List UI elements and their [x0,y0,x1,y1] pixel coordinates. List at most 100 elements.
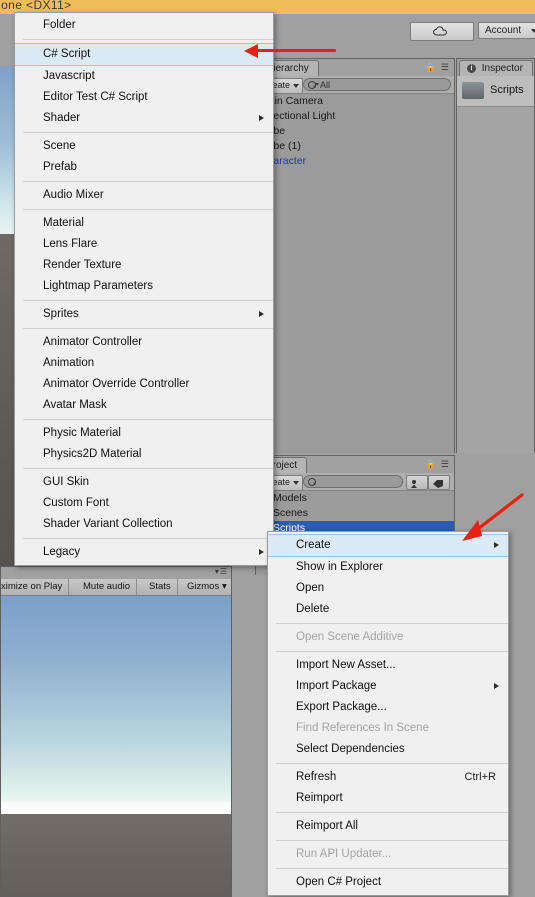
menu-item-animator-controller[interactable]: Animator Controller [15,332,273,353]
mute-audio-button[interactable]: Mute audio [77,579,138,595]
menu-item-render-texture[interactable]: Render Texture [15,255,273,276]
chevron-down-icon [531,29,535,33]
hierarchy-search-input[interactable]: All [303,78,451,91]
context-menu-item-select-dependencies[interactable]: Select Dependencies [268,739,508,760]
hierarchy-search-value: All [320,80,331,90]
annotation-arrow-to-csharp-script [244,44,336,58]
cloud-icon [433,26,447,36]
context-menu-item-import-new-asset[interactable]: Import New Asset... [268,655,508,676]
menu-item-scene[interactable]: Scene [15,136,273,157]
menu-separator [276,840,508,841]
hierarchy-item[interactable]: Main Camera [256,94,454,109]
gizmos-dropdown-button[interactable]: ▾ [219,579,230,595]
menu-item-folder[interactable]: Folder [15,15,273,36]
menu-separator [23,132,273,133]
game-view-render[interactable] [1,596,231,896]
menu-item-csharp-script[interactable]: C# Script [15,43,273,66]
menu-item-avatar-mask[interactable]: Avatar Mask [15,395,273,416]
menu-separator [23,419,273,420]
hierarchy-item[interactable]: Cube [256,124,454,139]
menu-item-prefab[interactable]: Prefab [15,157,273,178]
inspector-panel: i Inspector Scripts [456,58,535,453]
tab-inspector[interactable]: i Inspector [459,60,533,77]
project-context-menu[interactable]: Create Show in Explorer Open Delete Open… [267,531,509,896]
project-panel-menu-icons[interactable]: 🔒 ☰ [425,459,450,470]
game-horizon [1,802,231,814]
stats-button[interactable]: Stats [143,579,178,595]
menu-item-custom-font[interactable]: Custom Font [15,493,273,514]
menu-item-sprites[interactable]: Sprites [15,304,273,325]
context-menu-item-open-csharp-project[interactable]: Open C# Project [268,872,508,893]
main-toolbar: Account [255,18,535,44]
hierarchy-item[interactable]: Character [256,154,454,169]
menu-item-legacy[interactable]: Legacy [15,542,273,563]
chevron-down-icon [293,84,300,88]
menu-item-shortcut: Ctrl+R [464,771,496,783]
context-menu-item-import-package[interactable]: Import Package [268,676,508,697]
asset-filter-icon [411,480,417,488]
project-search-input[interactable] [303,475,403,488]
submenu-arrow-icon [494,542,499,548]
menu-separator [23,538,273,539]
menu-separator [276,651,508,652]
menu-separator [23,328,273,329]
project-item-label: Models [273,492,307,504]
context-menu-item-open[interactable]: Open [268,578,508,599]
hierarchy-item[interactable]: Cube (1) [256,139,454,154]
submenu-arrow-icon [259,549,264,555]
context-menu-item-open-scene-additive: Open Scene Additive [296,631,404,643]
menu-item-editor-test-csharp-script[interactable]: Editor Test C# Script [15,87,273,108]
context-menu-item-delete[interactable]: Delete [268,599,508,620]
menu-item-shader-variant-collection[interactable]: Shader Variant Collection [15,514,273,535]
account-button[interactable]: Account [478,22,535,39]
inspector-header: Scripts [457,76,534,107]
menu-item-physic-material[interactable]: Physic Material [15,423,273,444]
context-menu-item-refresh[interactable]: Refresh Ctrl+R [268,767,508,788]
menu-item-javascript[interactable]: Javascript [15,66,273,87]
submenu-arrow-icon [259,311,264,317]
menu-separator [23,300,273,301]
project-item[interactable]: Scenes [256,506,454,521]
context-menu-item-reimport[interactable]: Reimport [268,788,508,809]
context-menu-item-reimport-all[interactable]: Reimport All [268,816,508,837]
cloud-services-button[interactable] [410,22,474,41]
menu-item-label: Shader [43,112,81,124]
maximize-on-play-button[interactable]: ximize on Play [1,579,70,595]
game-view-menu-icons[interactable]: ▾☰ [215,567,228,576]
menu-item-lightmap-parameters[interactable]: Lightmap Parameters [15,276,273,297]
tag-icon [433,480,443,488]
hierarchy-list[interactable]: Main Camera Directional Light Cube Cube … [256,94,454,453]
menu-item-animation[interactable]: Animation [15,353,273,374]
project-filter-by-label-button[interactable] [428,475,450,490]
menu-item-shader[interactable]: Shader [15,108,273,129]
context-menu-item-find-references-in-scene: Find References In Scene [296,722,429,734]
menu-separator [23,181,273,182]
menu-item-animator-override-controller[interactable]: Animator Override Controller [15,374,273,395]
hierarchy-item[interactable]: Directional Light [256,109,454,124]
game-ground [1,814,231,896]
menu-item-gui-skin[interactable]: GUI Skin [15,472,273,493]
menu-item-label: Legacy [43,546,81,558]
hierarchy-panel-menu-icons[interactable]: 🔒 ☰ [425,62,450,73]
menu-item-physics2d-material[interactable]: Physics2D Material [15,444,273,465]
folder-icon [462,82,484,99]
game-view-toolbar: ximize on Play Mute audio Stats Gizmos ▾ [1,579,231,596]
menu-separator [276,812,508,813]
menu-item-label: Refresh [296,771,337,783]
project-item[interactable]: Models [256,491,454,506]
context-menu-item-export-package[interactable]: Export Package... [268,697,508,718]
inspector-tabstrip: i Inspector [457,59,534,77]
menu-item-material[interactable]: Material [15,213,273,234]
menu-item-label: Import Package [296,680,377,692]
menu-item-label: Sprites [43,308,79,320]
menu-item-label: Create [296,539,331,551]
menu-item-audio-mixer[interactable]: Audio Mixer [15,185,273,206]
project-filter-by-type-button[interactable] [406,475,428,490]
game-sky [1,596,231,808]
hierarchy-toolbar: Create All [256,76,454,94]
menu-item-lens-flare[interactable]: Lens Flare [15,234,273,255]
chevron-down-icon [293,481,300,485]
create-asset-menu[interactable]: Folder C# Script Javascript Editor Test … [14,12,274,566]
context-menu-item-show-in-explorer[interactable]: Show in Explorer [268,557,508,578]
project-toolbar: Create [256,473,454,491]
